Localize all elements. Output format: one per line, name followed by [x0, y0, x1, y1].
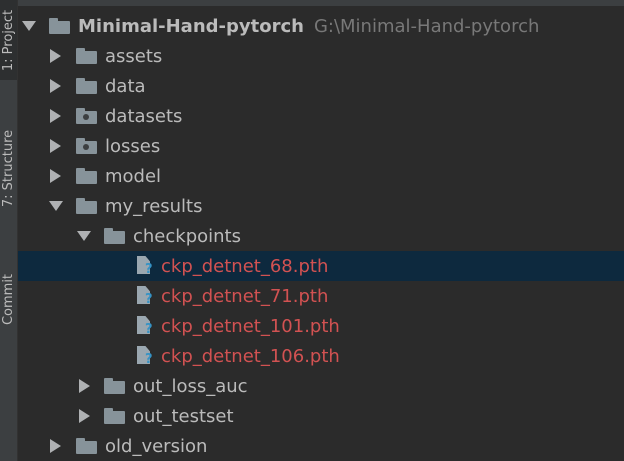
structure-tool-tab-label: 7: Structure — [1, 129, 17, 207]
collapse-arrow-icon[interactable] — [50, 109, 61, 123]
tree-row-out-loss-auc[interactable]: out_loss_auc — [18, 371, 624, 401]
collapse-arrow-icon[interactable] — [50, 169, 61, 183]
folder-icon — [76, 168, 97, 184]
package-folder-icon — [76, 138, 97, 154]
tree-item-label: datasets — [105, 105, 183, 127]
expand-arrow-icon[interactable] — [77, 231, 91, 241]
unknown-file-icon: ? — [137, 286, 155, 306]
tree-item-label: assets — [105, 45, 163, 67]
folder-icon — [76, 48, 97, 64]
tree-file-label: ckp_detnet_68.pth — [161, 255, 329, 277]
root-folder-path: G:\Minimal-Hand-pytorch — [313, 15, 540, 37]
root-folder-label: Minimal-Hand-pytorch G:\Minimal-Hand-pyto… — [78, 16, 539, 37]
tree-item-label: checkpoints — [133, 225, 241, 247]
expand-arrow-icon[interactable] — [49, 201, 63, 211]
tree-row-file-selected[interactable]: ? ckp_detnet_68.pth — [18, 251, 624, 281]
tree-row-file[interactable]: ? ckp_detnet_71.pth — [18, 281, 624, 311]
collapse-arrow-icon[interactable] — [79, 379, 90, 393]
tool-window-strip: 1: Project 7: Structure Commit — [0, 0, 18, 461]
folder-icon — [76, 78, 97, 94]
folder-icon — [76, 438, 97, 454]
folder-icon — [104, 228, 125, 244]
collapse-arrow-icon[interactable] — [50, 139, 61, 153]
collapse-arrow-icon[interactable] — [50, 49, 61, 63]
folder-icon — [49, 18, 70, 34]
collapse-arrow-icon[interactable] — [50, 79, 61, 93]
tree-item-label: old_version — [105, 435, 208, 457]
tree-file-label: ckp_detnet_71.pth — [161, 285, 329, 307]
unknown-file-icon: ? — [137, 256, 155, 276]
tree-row-file[interactable]: ? ckp_detnet_101.pth — [18, 311, 624, 341]
package-folder-icon — [76, 108, 97, 124]
tree-row-my-results[interactable]: my_results — [18, 191, 624, 221]
commit-tool-tab-label: Commit — [1, 273, 17, 325]
tree-row-model[interactable]: model — [18, 161, 624, 191]
tree-row-file[interactable]: ? ckp_detnet_106.pth — [18, 341, 624, 371]
tree-row-data[interactable]: data — [18, 71, 624, 101]
project-tool-tab[interactable]: 1: Project — [0, 0, 17, 80]
tree-row-checkpoints[interactable]: checkpoints — [18, 221, 624, 251]
project-tree[interactable]: Minimal-Hand-pytorch G:\Minimal-Hand-pyto… — [18, 11, 624, 461]
tree-row-root[interactable]: Minimal-Hand-pytorch G:\Minimal-Hand-pyto… — [18, 11, 624, 41]
tree-item-label: data — [105, 75, 146, 97]
tree-row-assets[interactable]: assets — [18, 41, 624, 71]
collapse-arrow-icon[interactable] — [79, 409, 90, 423]
unknown-file-icon: ? — [137, 316, 155, 336]
collapse-arrow-icon[interactable] — [50, 439, 61, 453]
project-tool-tab-label: 1: Project — [1, 9, 17, 71]
tree-row-losses[interactable]: losses — [18, 131, 624, 161]
tree-item-label: model — [105, 165, 162, 187]
commit-tool-tab[interactable]: Commit — [0, 258, 17, 340]
folder-icon — [76, 198, 97, 214]
tree-row-datasets[interactable]: datasets — [18, 101, 624, 131]
tree-file-label: ckp_detnet_106.pth — [161, 345, 340, 367]
folder-icon — [104, 408, 125, 424]
root-folder-name: Minimal-Hand-pytorch — [78, 15, 304, 37]
structure-tool-tab[interactable]: 7: Structure — [0, 108, 17, 228]
tree-item-label: my_results — [105, 195, 203, 217]
folder-icon — [104, 378, 125, 394]
tree-item-label: out_testset — [133, 405, 234, 427]
tree-row-out-testset[interactable]: out_testset — [18, 401, 624, 431]
expand-arrow-icon[interactable] — [22, 21, 36, 31]
toolbar-edge — [18, 0, 624, 6]
tree-item-label: losses — [105, 135, 161, 157]
unknown-file-icon: ? — [137, 346, 155, 366]
tree-file-label: ckp_detnet_101.pth — [161, 315, 340, 337]
tree-item-label: out_loss_auc — [133, 375, 248, 397]
tree-row-old-version[interactable]: old_version — [18, 431, 624, 461]
